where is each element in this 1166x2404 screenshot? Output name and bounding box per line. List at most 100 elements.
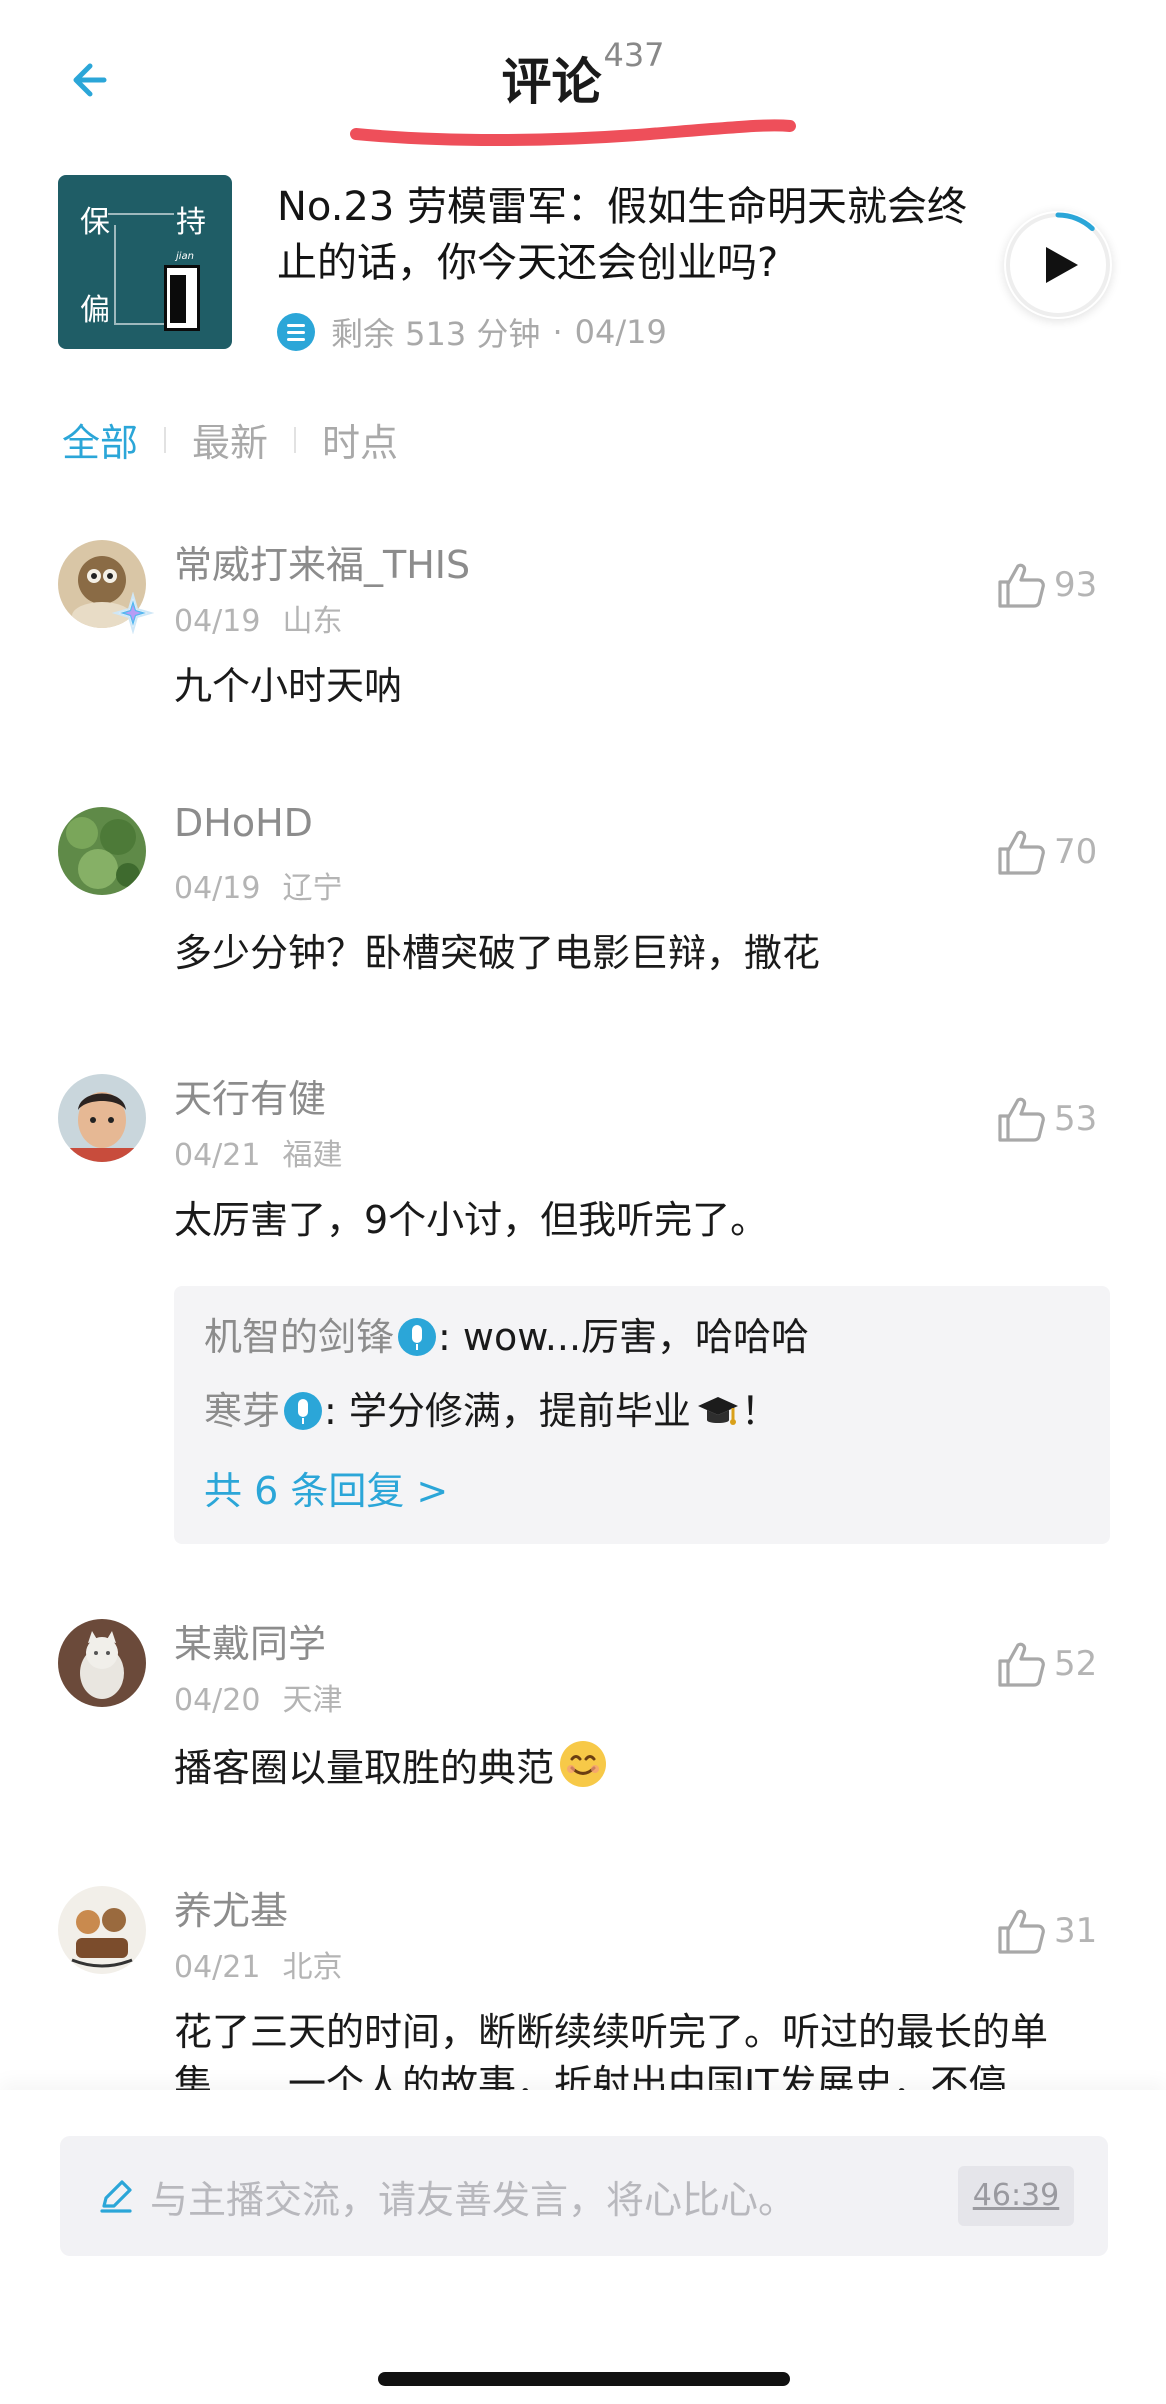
comment-username[interactable]: 某戴同学 bbox=[174, 1613, 326, 1668]
pencil-icon bbox=[100, 2180, 132, 2213]
cover-line bbox=[108, 213, 174, 215]
comment-username[interactable]: DHoHD bbox=[174, 801, 313, 845]
filter-tabs: 全部 最新 时点 bbox=[62, 412, 398, 467]
episode-card[interactable]: 保 持 偏 jian No.23 劳模雷军：假如生命明天就会终止的话，你今天还会… bbox=[0, 165, 1166, 365]
comment-date: 04/21 bbox=[174, 1950, 261, 1985]
like-button[interactable]: 93 bbox=[994, 558, 1097, 612]
comment-input-placeholder: 与主播交流，请友善发言，将心比心。 bbox=[150, 2177, 797, 2222]
view-all-replies-link[interactable]: 共 6 条回复 > bbox=[204, 1460, 1080, 1515]
comment-text[interactable]: 播客圈以量取胜的典范 bbox=[174, 1739, 1104, 1794]
comment-location: 福建 bbox=[282, 1138, 343, 1173]
play-icon bbox=[1046, 247, 1078, 283]
comment-date: 04/19 bbox=[174, 604, 261, 639]
comment-text[interactable]: 太厉害了，9个小讨，但我听完了。 bbox=[174, 1194, 1104, 1246]
comment-location: 天津 bbox=[282, 1683, 343, 1718]
host-mic-icon bbox=[284, 1392, 323, 1430]
like-count: 70 bbox=[1054, 832, 1098, 872]
avatar[interactable] bbox=[58, 1619, 146, 1707]
comment-date: 04/21 bbox=[174, 1138, 261, 1173]
comment-meta: 04/19 辽宁 bbox=[174, 863, 342, 907]
comment-username[interactable]: 养尤基 bbox=[174, 1880, 288, 1935]
sparkle-badge-icon bbox=[112, 592, 154, 634]
comment-composer-bar: 与主播交流，请友善发言，将心比心。 46:39 bbox=[0, 2090, 1166, 2404]
tab-timestamp[interactable]: 时点 bbox=[322, 412, 398, 467]
timestamp-chip[interactable]: 46:39 bbox=[958, 2166, 1074, 2226]
comment-text-content: 播客圈以量取胜的典范 bbox=[174, 1746, 555, 1790]
episode-date: 04/19 bbox=[574, 313, 667, 351]
tab-latest[interactable]: 最新 bbox=[192, 412, 268, 467]
comment-text[interactable]: 多少分钟？卧槽突破了电影巨辩，撒花 bbox=[174, 927, 1104, 979]
play-button[interactable] bbox=[1004, 211, 1112, 319]
tab-divider bbox=[294, 426, 297, 453]
like-count: 52 bbox=[1054, 1644, 1098, 1684]
avatar[interactable] bbox=[58, 807, 146, 895]
episode-meta: 剩余 513 分钟 · 04/19 bbox=[277, 309, 667, 355]
thumbs-up-icon bbox=[998, 1909, 1045, 1954]
episode-title[interactable]: No.23 劳模雷军：假如生命明天就会终止的话，你今天还会创业吗? bbox=[277, 179, 977, 291]
reply-username[interactable]: 机智的剑锋 bbox=[204, 1312, 394, 1362]
cover-small-text: jian bbox=[176, 251, 195, 262]
comment-input[interactable]: 与主播交流，请友善发言，将心比心。 46:39 bbox=[60, 2136, 1108, 2256]
cover-figure-inner bbox=[170, 275, 186, 323]
comment-date: 04/20 bbox=[174, 1683, 261, 1718]
thumbs-up-icon bbox=[998, 563, 1045, 608]
like-button[interactable]: 52 bbox=[994, 1637, 1097, 1691]
cover-line bbox=[114, 323, 164, 325]
comment-count: 437 bbox=[603, 36, 665, 74]
comment-username[interactable]: 常威打来福_THIS bbox=[174, 534, 470, 589]
thumbs-up-icon bbox=[998, 1642, 1045, 1687]
comment-text[interactable]: 花了三天的时间，断断续续听完了。听过的最长的单集……一个人的故事，折射出中国IT… bbox=[174, 2006, 1104, 2090]
podcast-cover: 保 持 偏 jian bbox=[58, 175, 232, 349]
meta-dot: · bbox=[552, 313, 563, 351]
page-title: 评论 bbox=[501, 53, 602, 111]
comment-location: 北京 bbox=[282, 1950, 343, 1985]
tab-divider bbox=[164, 426, 167, 453]
like-count: 53 bbox=[1054, 1099, 1098, 1139]
reply-item[interactable]: 寒芽 : 学分修满，提前毕业 ！ bbox=[204, 1386, 1080, 1436]
home-indicator[interactable] bbox=[378, 2372, 790, 2386]
comment-location: 辽宁 bbox=[282, 871, 343, 906]
comment-text[interactable]: 九个小时天呐 bbox=[174, 660, 1104, 712]
comment-meta: 04/19 山东 bbox=[174, 596, 342, 640]
avatar[interactable] bbox=[58, 1886, 146, 1974]
host-mic-icon bbox=[398, 1318, 437, 1356]
comment-item: 常威打来福_THIS 04/19 山东 93 九个小时天呐 bbox=[0, 520, 1166, 787]
reply-text: : 学分修满，提前毕业 bbox=[324, 1389, 691, 1433]
header: 评论437 bbox=[0, 0, 1166, 150]
comment-location: 山东 bbox=[282, 604, 343, 639]
like-button[interactable]: 70 bbox=[994, 825, 1097, 879]
tab-all[interactable]: 全部 bbox=[62, 412, 138, 467]
cover-char-3: 偏 bbox=[80, 293, 110, 328]
reply-preview[interactable]: 机智的剑锋 : wow...厉害，哈哈哈 寒芽 : 学分修满，提前毕业 ！ 共 … bbox=[174, 1286, 1110, 1544]
highlight-scribble bbox=[350, 119, 796, 146]
graduation-cap-icon bbox=[697, 1397, 738, 1425]
smile-emoji-icon bbox=[560, 1741, 607, 1787]
comment-meta: 04/21 福建 bbox=[174, 1130, 342, 1174]
episode-remaining: 剩余 513 分钟 bbox=[331, 315, 541, 353]
comment-item: 养尤基 04/21 北京 31 花了三天的时间，断断续续听完了。听过的最长的单集…… bbox=[0, 1866, 1166, 2090]
comment-meta: 04/20 天津 bbox=[174, 1675, 342, 1719]
cover-line bbox=[114, 225, 116, 323]
thumbs-up-icon bbox=[998, 830, 1045, 875]
reply-item[interactable]: 机智的剑锋 : wow...厉害，哈哈哈 bbox=[204, 1312, 1080, 1362]
cover-char-1: 保 bbox=[80, 205, 110, 240]
like-count: 93 bbox=[1054, 565, 1098, 605]
comment-username[interactable]: 天行有健 bbox=[174, 1068, 326, 1123]
avatar[interactable] bbox=[58, 1074, 146, 1162]
reply-suffix: ！ bbox=[740, 1389, 779, 1433]
reply-text: : wow...厉害，哈哈哈 bbox=[438, 1315, 810, 1359]
comment-item: 某戴同学 04/20 天津 52 播客圈以量取胜的典范 bbox=[0, 1599, 1166, 1866]
thumbs-up-icon bbox=[998, 1097, 1045, 1142]
list-icon bbox=[277, 313, 315, 351]
like-button[interactable]: 31 bbox=[994, 1904, 1097, 1958]
cover-char-2: 持 bbox=[176, 205, 206, 240]
comment-list: 常威打来福_THIS 04/19 山东 93 九个小时天呐 DHoHD 04/19… bbox=[0, 520, 1166, 2090]
like-count: 31 bbox=[1054, 1911, 1098, 1951]
play-progress-ring bbox=[1006, 212, 1110, 317]
comment-meta: 04/21 北京 bbox=[174, 1942, 342, 1986]
reply-username[interactable]: 寒芽 bbox=[204, 1386, 280, 1436]
comment-item: 天行有健 04/21 福建 53 太厉害了，9个小讨，但我听完了。 机智的剑锋 :… bbox=[0, 1054, 1166, 1599]
like-button[interactable]: 53 bbox=[994, 1092, 1097, 1146]
comment-date: 04/19 bbox=[174, 871, 261, 906]
page-title-wrap: 评论437 bbox=[0, 36, 1166, 114]
